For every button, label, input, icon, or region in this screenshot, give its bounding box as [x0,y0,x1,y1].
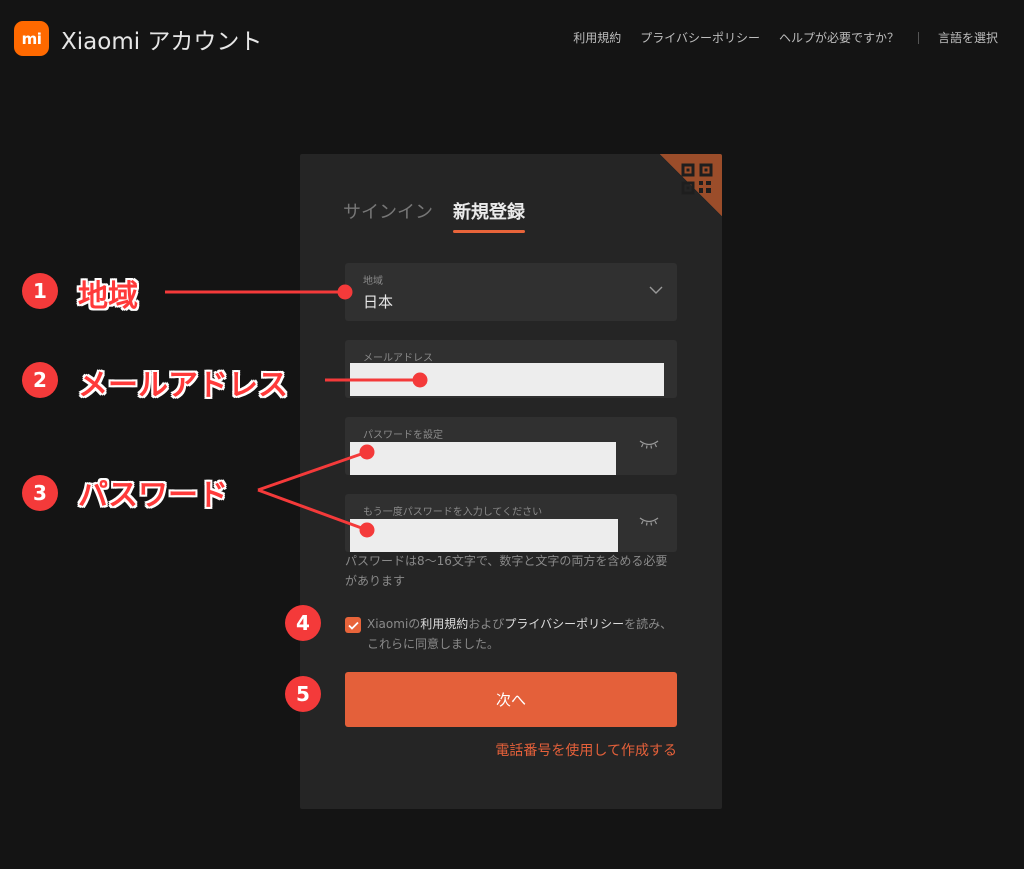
arrow-dot-email [412,372,428,388]
annotation-2-label: メールアドレス [78,368,288,403]
annotation-5-badge: 5 [285,676,321,712]
annotation-1-label: 地域 [78,279,138,314]
annotation-1-badge: 1 [22,273,58,309]
arrow-line-password [257,450,368,492]
arrow-dot-region [337,284,353,300]
annotation-4-badge: 4 [285,605,321,641]
annotation-arrows [165,284,428,538]
arrow-dot-password-confirm [359,522,375,538]
annotation-3-label: パスワード [78,478,228,513]
arrow-line-password-confirm [257,488,368,532]
annotation-3-badge: 3 [22,475,58,511]
annotation-2-badge: 2 [22,362,58,398]
arrow-dot-password [359,444,375,460]
